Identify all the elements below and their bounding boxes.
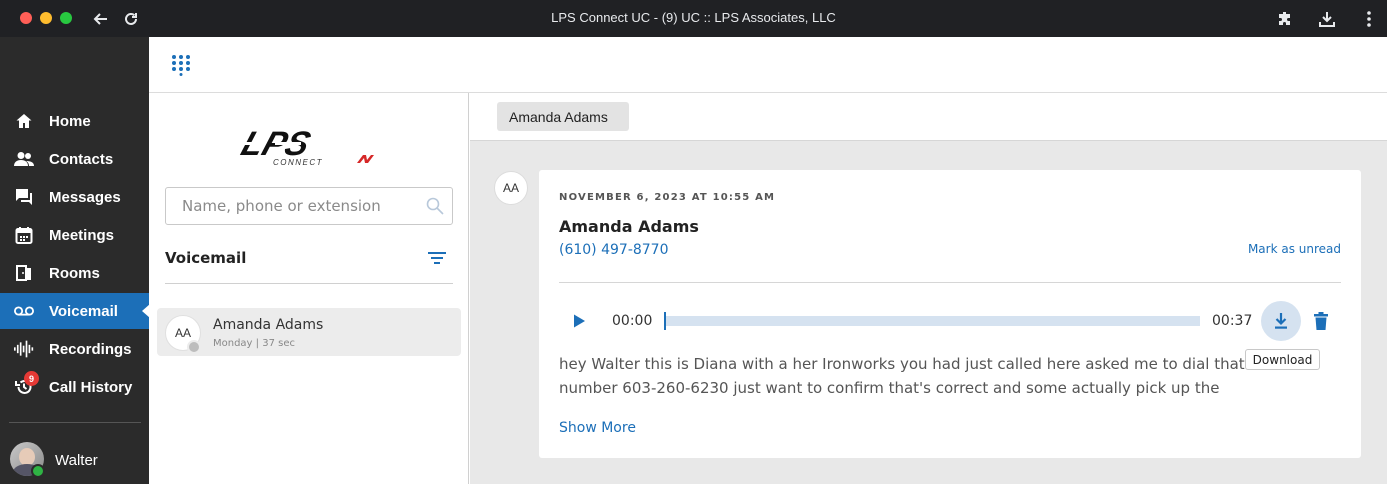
voicemail-meta: Monday | 37 sec <box>213 338 295 349</box>
playback-duration: 00:37 <box>1212 313 1253 329</box>
voicemail-date: NOVEMBER 6, 2023 AT 10:55 AM <box>559 192 776 203</box>
sidebar: Home Contacts Messages Meetings Rooms Vo… <box>0 37 150 484</box>
sidebar-item-messages[interactable]: Messages <box>0 179 149 215</box>
voicemail-heading: Voicemail <box>165 249 247 267</box>
calendar-icon <box>14 225 34 245</box>
sidebar-item-label: Contacts <box>49 150 114 168</box>
playback-progress-handle[interactable] <box>664 312 666 330</box>
card-divider <box>559 282 1341 283</box>
call-history-badge: 9 <box>24 371 39 386</box>
download-icon <box>1275 313 1287 329</box>
search-field <box>165 187 453 225</box>
voicemail-detail-panel: Amanda Adams AA NOVEMBER 6, 2023 AT 10:5… <box>470 93 1387 484</box>
list-divider <box>165 283 453 284</box>
sidebar-item-recordings[interactable]: Recordings <box>0 331 149 367</box>
svg-text:CONNECT: CONNECT <box>273 158 323 167</box>
caller-phone-link[interactable]: (610) 497-8770 <box>559 242 669 258</box>
delete-button[interactable] <box>1311 311 1331 331</box>
download-tooltip: Download <box>1245 349 1320 370</box>
sidebar-item-label: Home <box>49 112 91 130</box>
sidebar-item-label: Meetings <box>49 226 115 244</box>
search-icon[interactable] <box>426 197 444 215</box>
messages-icon <box>14 187 34 207</box>
sidebar-item-label: Call History <box>49 378 133 396</box>
sidebar-item-label: Rooms <box>49 264 100 282</box>
rooms-icon <box>14 263 34 283</box>
top-header <box>149 37 1387 93</box>
dialpad-icon[interactable] <box>171 54 191 76</box>
sidebar-item-meetings[interactable]: Meetings <box>0 217 149 253</box>
more-menu-icon[interactable] <box>1358 8 1380 30</box>
sidebar-item-home[interactable]: Home <box>0 103 149 139</box>
sidebar-item-contacts[interactable]: Contacts <box>0 141 149 177</box>
waveform-icon <box>14 339 34 359</box>
user-name: Walter <box>55 452 98 469</box>
list-item[interactable]: AA Amanda Adams Monday | 37 sec <box>157 308 461 356</box>
download-button[interactable] <box>1261 301 1301 341</box>
sidebar-item-voicemail[interactable]: Voicemail <box>0 293 150 329</box>
download-icon[interactable] <box>1316 8 1338 30</box>
presence-indicator <box>31 464 45 478</box>
sidebar-divider <box>9 422 141 423</box>
user-profile[interactable]: Walter <box>0 440 149 480</box>
presence-indicator <box>187 340 201 354</box>
contacts-icon <box>14 149 34 169</box>
voicemail-icon <box>14 301 34 321</box>
home-icon <box>14 111 34 131</box>
sidebar-item-label: Voicemail <box>49 302 118 320</box>
show-more-link[interactable]: Show More <box>559 420 636 436</box>
sidebar-item-call-history[interactable]: 9 Call History <box>0 369 149 405</box>
caller-name: Amanda Adams <box>559 217 699 236</box>
voicemail-caller-name: Amanda Adams <box>213 317 324 333</box>
sidebar-item-label: Messages <box>49 188 121 206</box>
sidebar-item-label: Recordings <box>49 340 132 358</box>
voicemail-card: NOVEMBER 6, 2023 AT 10:55 AM Amanda Adam… <box>539 170 1361 458</box>
tab-bar: Amanda Adams <box>470 93 1387 141</box>
playback-progress-bar[interactable] <box>664 312 1200 330</box>
sidebar-item-rooms[interactable]: Rooms <box>0 255 149 291</box>
avatar: AA <box>494 171 528 205</box>
extensions-icon[interactable] <box>1274 8 1296 30</box>
tab-amanda-adams[interactable]: Amanda Adams <box>497 102 629 131</box>
filter-icon[interactable] <box>427 250 447 266</box>
voicemail-list-panel: LPS CONNECT Voicemail AA Amanda Adams Mo… <box>149 93 469 484</box>
play-icon[interactable] <box>571 313 587 329</box>
trash-icon <box>1314 312 1328 330</box>
browser-titlebar: LPS Connect UC - (9) UC :: LPS Associate… <box>0 0 1387 37</box>
search-input[interactable] <box>166 188 416 224</box>
playback-current-time: 00:00 <box>612 313 653 329</box>
lps-connect-logo: LPS CONNECT <box>237 125 382 169</box>
voicemail-transcript: hey Walter this is Diana with a her Iron… <box>559 355 1245 397</box>
mark-as-unread-link[interactable]: Mark as unread <box>1248 242 1341 256</box>
window-title: LPS Connect UC - (9) UC :: LPS Associate… <box>551 10 836 25</box>
